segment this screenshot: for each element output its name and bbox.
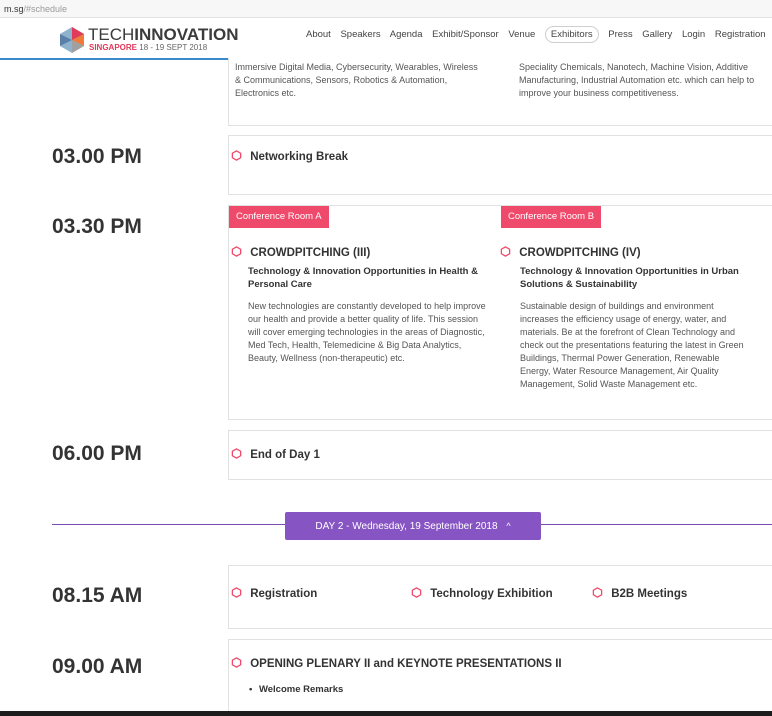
nav-venue[interactable]: Venue: [508, 29, 535, 40]
url-domain: m.sg: [4, 4, 24, 14]
session-card-networking-break[interactable]: Networking Break: [228, 135, 772, 195]
day-divider-line-left: [52, 524, 285, 525]
hexagon-outline-icon: [411, 587, 422, 598]
session-card-crowdpitching: Conference Room A CROWDPITCHING (III) Te…: [228, 205, 772, 420]
room-badge-a: Conference Room A: [229, 206, 329, 228]
session-title: CROWDPITCHING (III): [250, 247, 371, 259]
logo-subtitle: SINGAPORE 18 - 19 SEPT 2018: [89, 43, 207, 52]
logo-city: SINGAPORE: [89, 43, 138, 52]
hexagon-outline-icon: [231, 587, 242, 598]
time-0815am: 08.15 AM: [52, 584, 143, 607]
hexagon-outline-icon: [500, 246, 511, 257]
session-description: Sustainable design of buildings and envi…: [520, 301, 744, 389]
session-title: OPENING PLENARY II and KEYNOTE PRESENTAT…: [250, 658, 562, 670]
session-title: Registration: [250, 588, 318, 600]
hexagon-outline-icon: [231, 448, 242, 459]
hexagon-outline-icon: [231, 246, 242, 257]
session-subtitle: Technology & Innovation Opportunities in…: [248, 266, 478, 290]
browser-url-bar[interactable]: m.sg/#schedule: [0, 0, 772, 18]
nav-exhibitors[interactable]: Exhibitors: [544, 26, 599, 43]
nav-about[interactable]: About: [306, 29, 331, 40]
nav-press[interactable]: Press: [608, 29, 632, 40]
session-subtitle: Technology & Innovation Opportunities in…: [520, 266, 739, 290]
session-b2b-meetings[interactable]: B2B Meetings: [592, 587, 687, 600]
session-title: Networking Break: [250, 151, 348, 163]
bullet-dot-icon: •: [249, 684, 253, 695]
agenda-bullet: • Welcome Remarks: [249, 684, 343, 695]
session-card-end-of-day-1[interactable]: End of Day 1: [228, 430, 772, 480]
session-technology-exhibition[interactable]: Technology Exhibition: [411, 587, 553, 600]
site-header: TECHINNOVATION SINGAPORE 18 - 19 SEPT 20…: [0, 18, 772, 60]
nav-agenda[interactable]: Agenda: [390, 29, 423, 40]
nav-gallery[interactable]: Gallery: [642, 29, 672, 40]
time-0600pm: 06.00 PM: [52, 442, 142, 465]
session-description: New technologies are constantly develope…: [248, 301, 486, 363]
logo-light-text: TECH: [88, 25, 135, 44]
hexagon-logo-icon: [60, 27, 84, 53]
session-registration[interactable]: Registration: [231, 587, 317, 600]
session-card-opening-plenary[interactable]: OPENING PLENARY II and KEYNOTE PRESENTAT…: [228, 639, 772, 716]
url-path: /#schedule: [23, 4, 68, 14]
nav-speakers[interactable]: Speakers: [340, 29, 380, 40]
previous-session-right-desc: Speciality Chemicals, Nanotech, Machine …: [519, 62, 755, 98]
main-nav: About Speakers Agenda Exhibit/Sponsor Ve…: [306, 26, 772, 43]
previous-session-card: Immersive Digital Media, Cybersecurity, …: [228, 58, 772, 126]
chevron-up-icon: ^: [506, 521, 511, 531]
session-title: CROWDPITCHING (IV): [519, 247, 641, 259]
logo-dates: 18 - 19 SEPT 2018: [139, 43, 208, 52]
hexagon-outline-icon: [231, 150, 242, 161]
nav-exhibit-sponsor[interactable]: Exhibit/Sponsor: [432, 29, 499, 40]
time-0900am: 09.00 AM: [52, 655, 143, 678]
hexagon-outline-icon: [592, 587, 603, 598]
session-card-0815: Registration Technology Exhibition B2B M…: [228, 565, 772, 629]
nav-login[interactable]: Login: [682, 29, 705, 40]
time-0330pm: 03.30 PM: [52, 215, 142, 238]
nav-registration[interactable]: Registration: [715, 29, 766, 40]
session-title: Technology Exhibition: [430, 588, 553, 600]
time-0300pm: 03.00 PM: [52, 145, 142, 168]
session-title: B2B Meetings: [611, 588, 688, 600]
previous-session-left-desc: Immersive Digital Media, Cybersecurity, …: [235, 62, 478, 98]
day-2-label: DAY 2 - Wednesday, 19 September 2018: [315, 521, 498, 532]
day-2-toggle-button[interactable]: DAY 2 - Wednesday, 19 September 2018 ^: [285, 512, 541, 540]
hexagon-outline-icon: [231, 657, 242, 668]
logo-wordmark: TECHINNOVATION: [88, 25, 238, 45]
room-badge-b: Conference Room B: [501, 206, 602, 228]
day-divider-line-right: [541, 524, 772, 525]
screen-bottom-edge: [0, 711, 772, 716]
agenda-bullet-text: Welcome Remarks: [258, 684, 344, 695]
session-crowdpitching-iii[interactable]: CROWDPITCHING (III): [231, 246, 370, 259]
logo-bold-text: INNOVATION: [134, 25, 239, 44]
session-crowdpitching-iv[interactable]: CROWDPITCHING (IV): [500, 246, 641, 259]
session-title: End of Day 1: [250, 449, 320, 461]
